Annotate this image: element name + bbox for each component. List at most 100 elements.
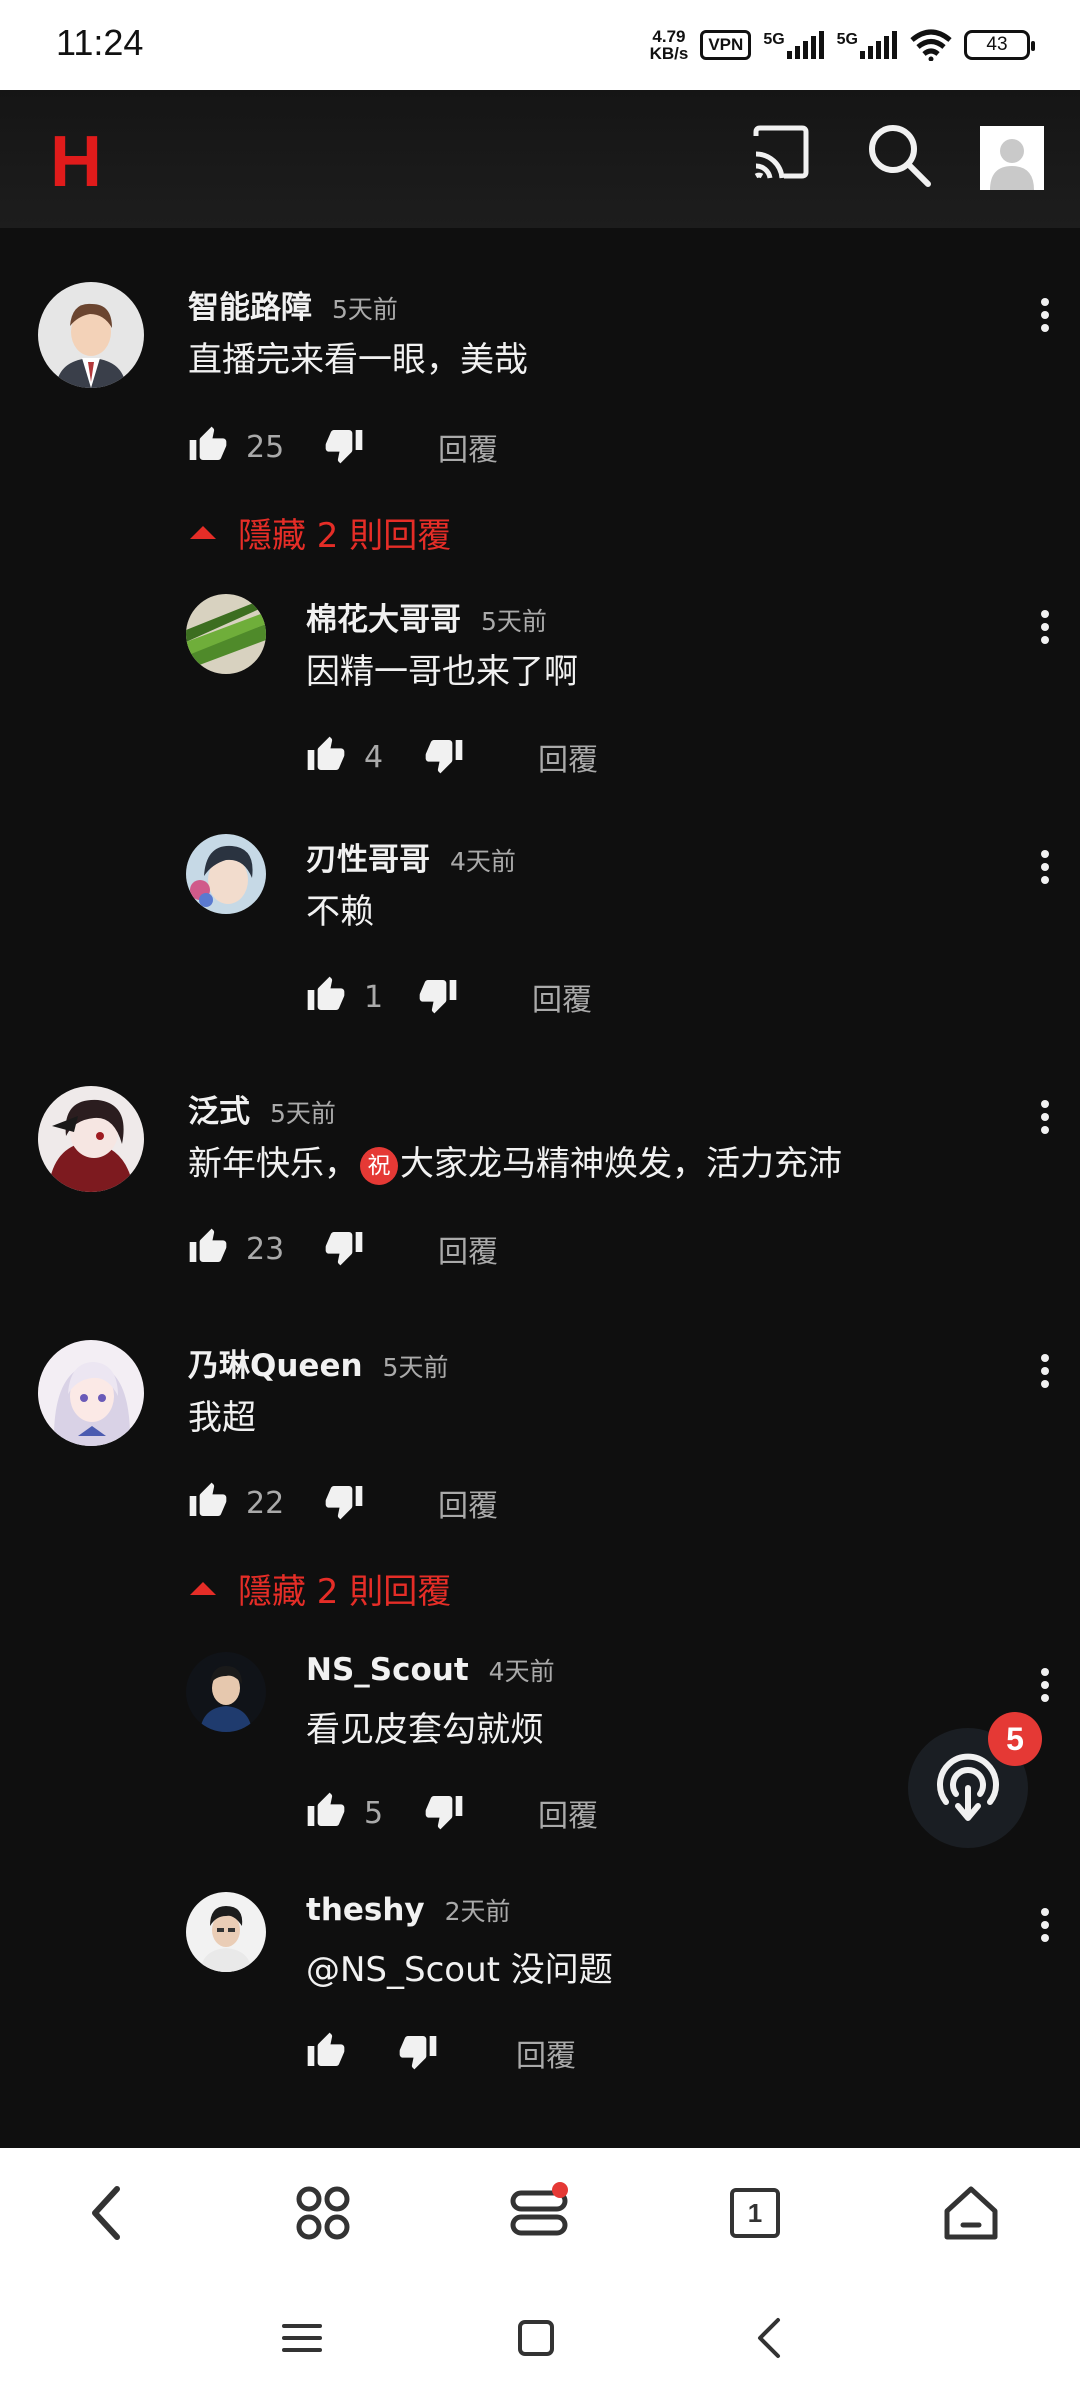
comment-body: 棉花大哥哥 5天前 因精一哥也来了啊 bbox=[306, 594, 1080, 692]
notification-badge: 5 bbox=[988, 1712, 1042, 1766]
hide-replies-button[interactable]: 隱藏 2 則回覆 bbox=[190, 508, 451, 557]
comment-text: 不赖 bbox=[306, 892, 374, 932]
thumb-up-icon[interactable] bbox=[306, 1791, 346, 1835]
comment-author[interactable]: 刃性哥哥 bbox=[306, 834, 430, 879]
thumb-down-icon[interactable] bbox=[424, 1791, 464, 1835]
comment-actions: 5 回覆 bbox=[306, 1788, 598, 1838]
comment-body: theshy 2天前 @NS_Scout 没问题 bbox=[306, 1892, 1080, 1990]
avatar[interactable] bbox=[38, 282, 144, 388]
thumb-down-icon[interactable] bbox=[418, 975, 458, 1019]
thumb-up-icon[interactable] bbox=[188, 1481, 228, 1525]
comment-meta: 刃性哥哥 4天前 bbox=[306, 834, 1080, 878]
comment-actions: 1 回覆 bbox=[306, 972, 592, 1022]
home-icon bbox=[944, 2186, 998, 2240]
more-vert-icon[interactable] bbox=[1040, 1100, 1050, 1139]
hide-replies-label: 隱藏 2 則回覆 bbox=[238, 1572, 452, 1612]
comment-thread: 智能路障 5天前 直播完来看一眼，美哉 25 回覆 bbox=[0, 282, 1080, 492]
comment-author[interactable]: 泛式 bbox=[188, 1086, 250, 1131]
back-nav-button[interactable] bbox=[740, 2308, 800, 2368]
comment-meta: 棉花大哥哥 5天前 bbox=[306, 594, 1080, 638]
collapse-arrow-icon bbox=[190, 1582, 216, 1595]
thumb-down-icon[interactable] bbox=[424, 735, 464, 779]
more-vert-icon[interactable] bbox=[1040, 1908, 1050, 1947]
avatar[interactable] bbox=[186, 1892, 266, 1972]
thumb-up-icon[interactable] bbox=[188, 425, 228, 469]
reply-button[interactable]: 回覆 bbox=[438, 425, 498, 469]
comment-actions: 23 回覆 bbox=[188, 1224, 498, 1274]
thumb-up-icon[interactable] bbox=[306, 735, 346, 779]
avatar[interactable] bbox=[186, 1652, 266, 1732]
comment-thread: 泛式 5天前 新年快乐，祝大家龙马精神焕发，活力充沛 23 回覆 bbox=[0, 1086, 1080, 1286]
more-vert-icon[interactable] bbox=[1040, 1354, 1050, 1393]
reply-button[interactable]: 回覆 bbox=[438, 1227, 498, 1271]
system-nav-bar bbox=[0, 2278, 1080, 2400]
comment-time: 5天前 bbox=[270, 1099, 336, 1128]
search-icon[interactable] bbox=[866, 122, 932, 192]
comment-author[interactable]: 乃琳Queen bbox=[188, 1340, 363, 1385]
avatar[interactable] bbox=[38, 1086, 144, 1192]
thumb-down-icon[interactable] bbox=[324, 1481, 364, 1525]
comment-time: 4天前 bbox=[488, 1657, 555, 1686]
more-vert-icon[interactable] bbox=[1040, 850, 1050, 889]
recents-icon bbox=[282, 2324, 322, 2352]
net-label: 5G bbox=[836, 31, 858, 48]
reply-button[interactable]: 回覆 bbox=[538, 735, 598, 779]
speed-value: 4.79 bbox=[652, 27, 686, 46]
reply-button[interactable]: 回覆 bbox=[438, 1481, 498, 1525]
comment-body: 智能路障 5天前 直播完来看一眼，美哉 bbox=[188, 282, 1080, 380]
comment-author[interactable]: 棉花大哥哥 bbox=[306, 594, 461, 639]
more-vert-icon[interactable] bbox=[1040, 610, 1050, 649]
apps-button[interactable] bbox=[288, 2178, 358, 2248]
avatar[interactable] bbox=[186, 834, 266, 914]
thumb-up-icon[interactable] bbox=[306, 975, 346, 1019]
back-button[interactable] bbox=[72, 2178, 142, 2248]
like-count: 1 bbox=[364, 979, 384, 1015]
more-vert-icon[interactable] bbox=[1040, 298, 1050, 337]
thumb-up-icon[interactable] bbox=[188, 1227, 228, 1271]
app-header: H bbox=[0, 90, 1080, 228]
thumb-up-icon[interactable] bbox=[306, 2031, 346, 2075]
comment-author[interactable]: theshy bbox=[306, 1892, 425, 1928]
status-bar: 11:24 4.79 KB/s VPN 5G 5G 43 bbox=[0, 0, 1080, 90]
comment-text: 直播完来看一眼，美哉 bbox=[188, 340, 528, 380]
menu-button[interactable] bbox=[504, 2178, 574, 2248]
reply-item: 棉花大哥哥 5天前 因精一哥也来了啊 4 回覆 bbox=[0, 594, 1080, 784]
comment-author[interactable]: NS_Scout bbox=[306, 1652, 469, 1688]
square-icon bbox=[518, 2320, 554, 2356]
reply-button[interactable]: 回覆 bbox=[532, 975, 592, 1019]
comment-author[interactable]: 智能路障 bbox=[188, 282, 312, 327]
cast-icon[interactable] bbox=[750, 122, 812, 188]
comment-text-after: 大家龙马精神焕发，活力充沛 bbox=[400, 1144, 842, 1184]
comment-time: 2天前 bbox=[444, 1897, 511, 1926]
comment-time: 5天前 bbox=[481, 607, 547, 636]
status-icons: 4.79 KB/s VPN 5G 5G 43 bbox=[650, 22, 1035, 68]
comment-meta: theshy 2天前 bbox=[306, 1892, 1080, 1936]
comment-body: 乃琳Queen 5天前 我超 bbox=[188, 1340, 1080, 1438]
comment-meta: 智能路障 5天前 bbox=[188, 282, 1080, 326]
app-logo[interactable]: H bbox=[50, 126, 102, 198]
thumb-down-icon[interactable] bbox=[324, 425, 364, 469]
recents-button[interactable] bbox=[272, 2308, 332, 2368]
status-time: 11:24 bbox=[56, 22, 144, 63]
comment-text-before: 新年快乐， bbox=[188, 1144, 358, 1184]
home-button[interactable] bbox=[936, 2178, 1006, 2248]
browser-toolbar: 1 bbox=[0, 2148, 1080, 2278]
thumb-down-icon[interactable] bbox=[324, 1227, 364, 1271]
avatar[interactable] bbox=[38, 1340, 144, 1446]
comment-text: 新年快乐，祝大家龙马精神焕发，活力充沛 bbox=[188, 1136, 1080, 1185]
comment-body: 刃性哥哥 4天前 不赖 bbox=[306, 834, 1080, 932]
reply-button[interactable]: 回覆 bbox=[538, 1791, 598, 1835]
reply-button[interactable]: 回覆 bbox=[516, 2031, 576, 2075]
avatar[interactable] bbox=[186, 594, 266, 674]
signal-5g-1: 5G bbox=[763, 31, 824, 59]
tabs-icon: 1 bbox=[730, 2188, 780, 2238]
thumb-down-icon[interactable] bbox=[398, 2031, 438, 2075]
comment-meta: NS_Scout 4天前 bbox=[306, 1652, 1080, 1696]
hide-replies-button[interactable]: 隱藏 2 則回覆 bbox=[190, 1564, 451, 1613]
account-avatar-icon[interactable] bbox=[980, 126, 1044, 194]
home-nav-button[interactable] bbox=[506, 2308, 566, 2368]
comment-meta: 乃琳Queen 5天前 bbox=[188, 1340, 1080, 1384]
network-speed: 4.79 KB/s bbox=[650, 28, 689, 62]
tabs-button[interactable]: 1 bbox=[720, 2178, 790, 2248]
more-vert-icon[interactable] bbox=[1040, 1668, 1050, 1707]
